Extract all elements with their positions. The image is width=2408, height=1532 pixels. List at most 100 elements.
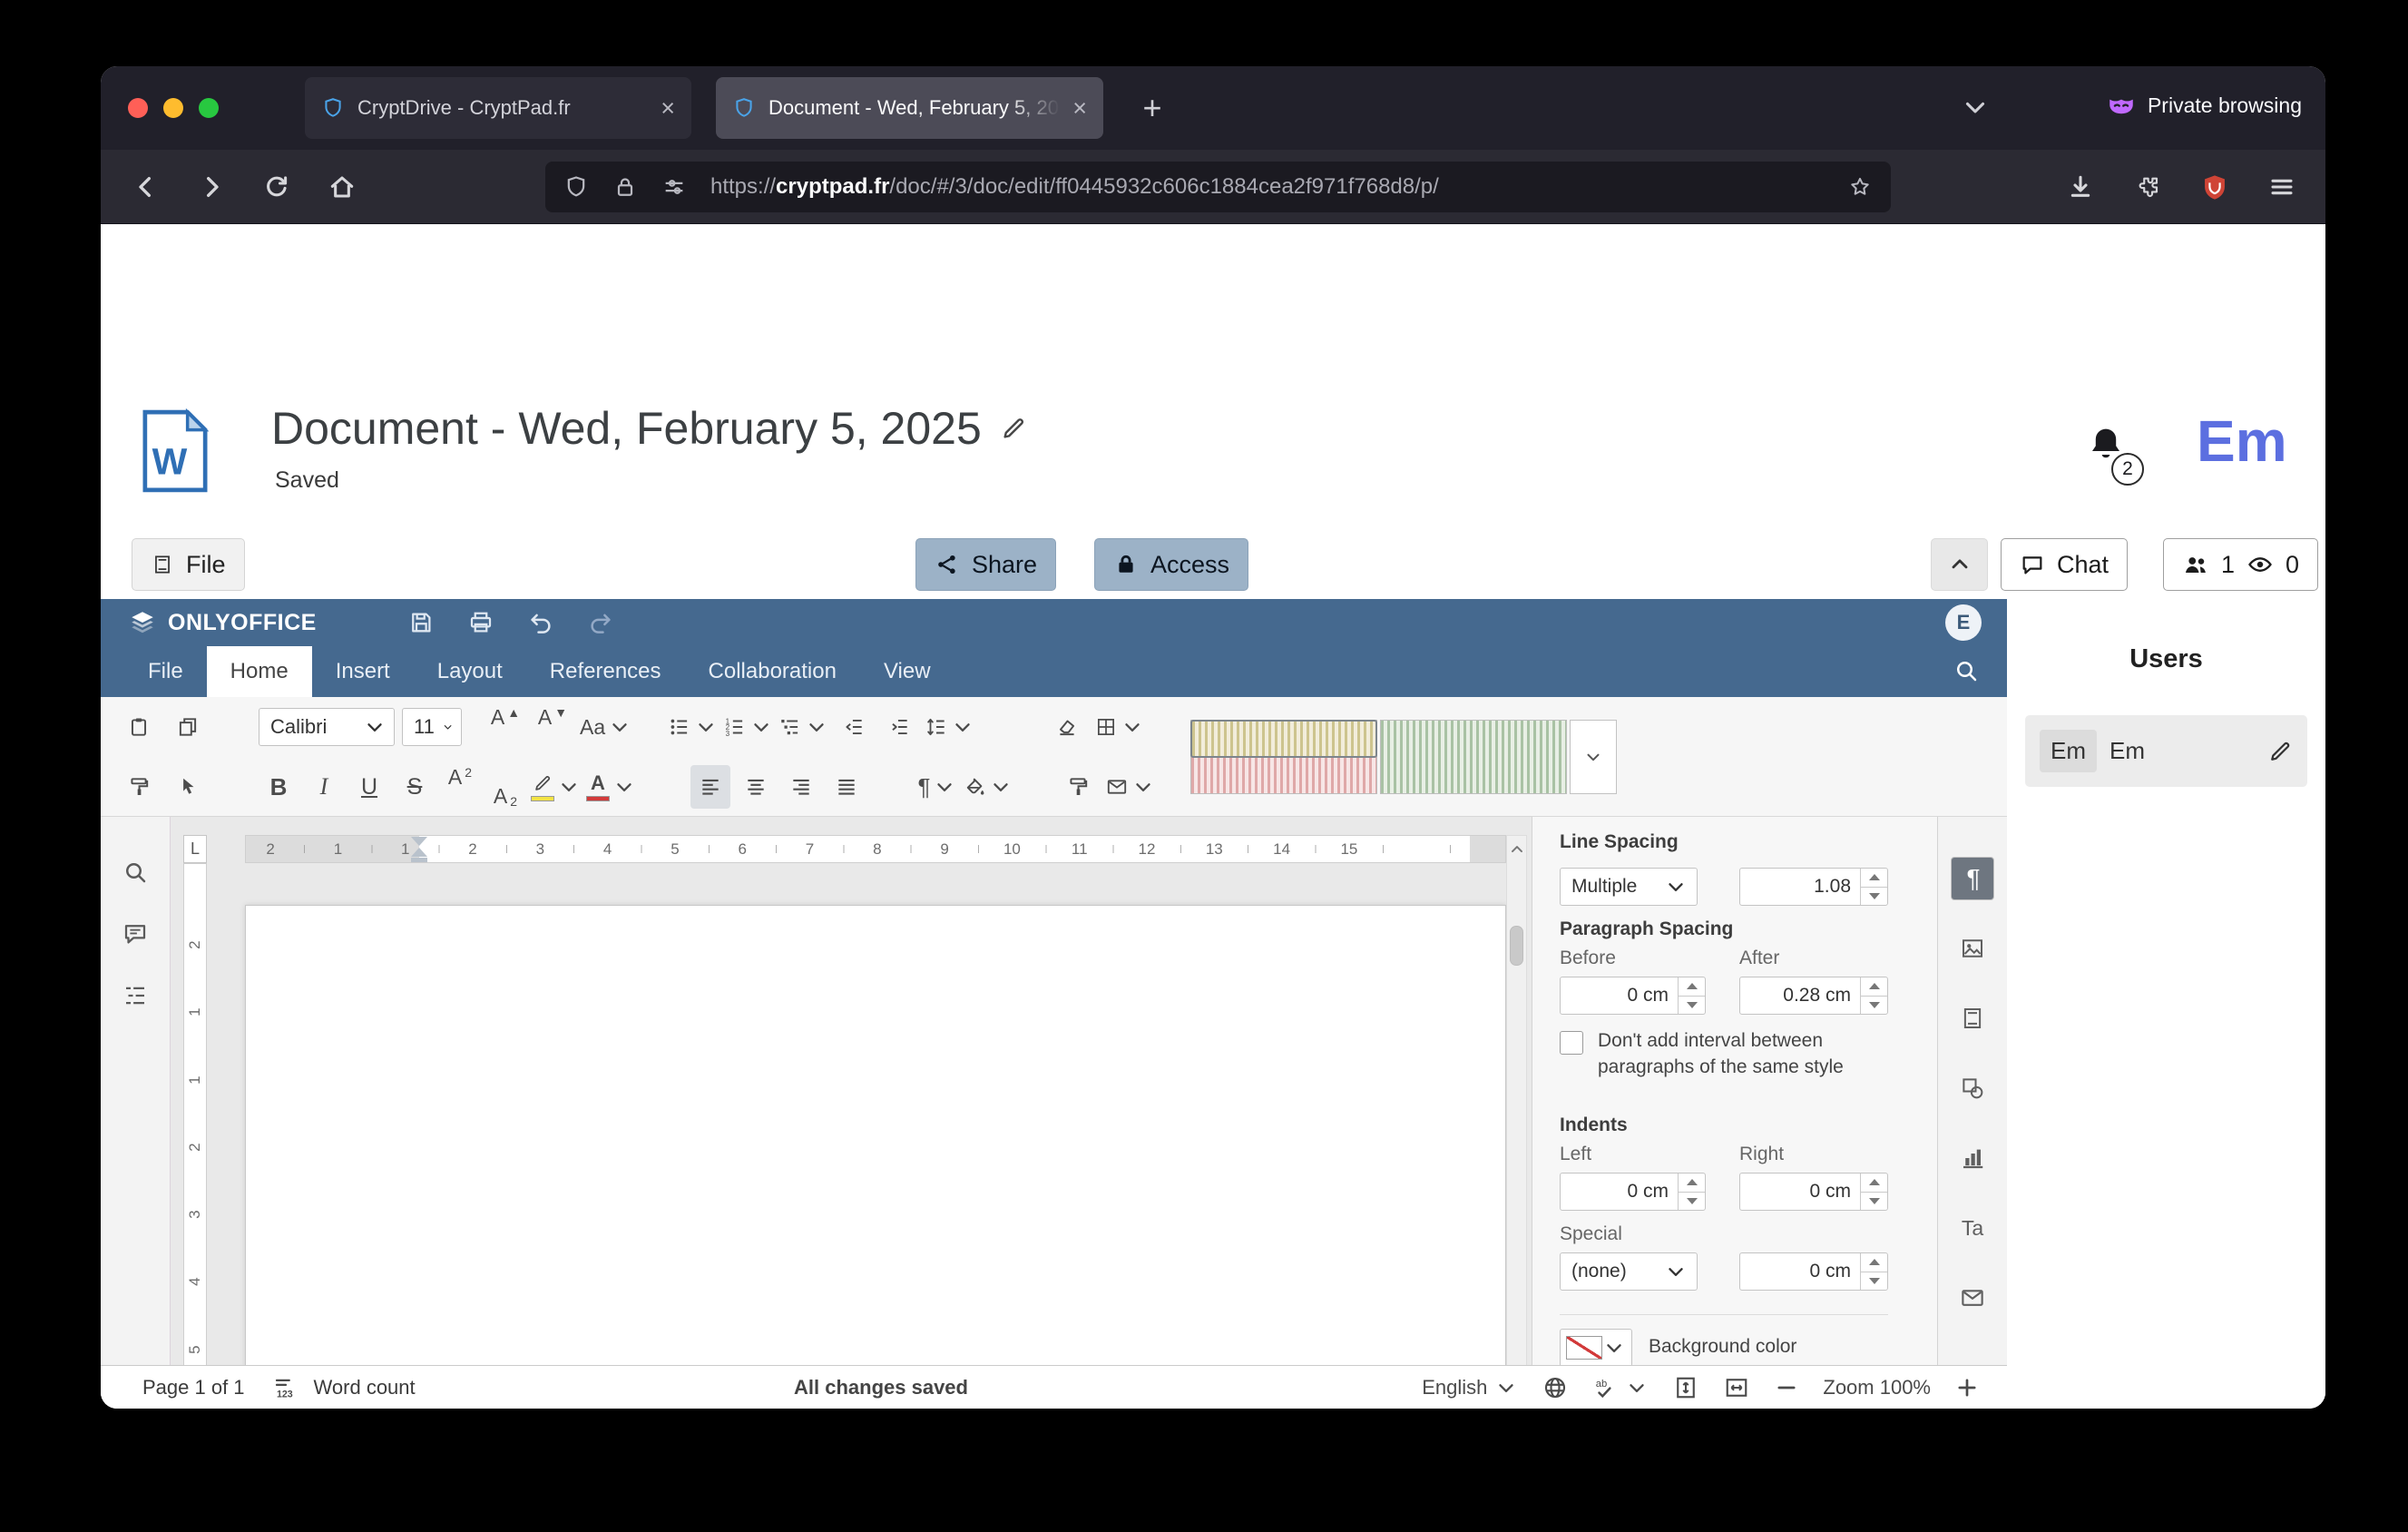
menu-hamburger-icon[interactable] xyxy=(2258,163,2305,211)
word-count-label[interactable]: Word count xyxy=(314,1376,416,1399)
document-page[interactable] xyxy=(245,905,1506,1409)
forward-button[interactable] xyxy=(188,163,235,211)
italic-icon[interactable]: I xyxy=(304,765,344,809)
reload-button[interactable] xyxy=(253,163,300,211)
align-justify-icon[interactable] xyxy=(827,765,866,809)
shape-settings-tab-icon[interactable] xyxy=(1951,1066,1994,1110)
header-footer-settings-tab-icon[interactable] xyxy=(1951,997,1994,1040)
editor-search-icon[interactable] xyxy=(1953,657,1980,684)
select-all-icon[interactable] xyxy=(168,765,208,809)
copy-icon[interactable] xyxy=(168,705,208,749)
zoom-in-icon[interactable] xyxy=(1954,1375,1980,1400)
menu-home[interactable]: Home xyxy=(207,646,312,697)
document-language-globe-icon[interactable] xyxy=(1542,1374,1569,1401)
window-close-button[interactable] xyxy=(128,98,148,118)
subscript-icon[interactable]: A2 xyxy=(485,765,525,809)
menu-references[interactable]: References xyxy=(526,646,685,697)
edit-name-pencil-icon[interactable] xyxy=(2267,739,2293,764)
change-case-icon[interactable]: Aa xyxy=(580,705,631,749)
fit-width-icon[interactable] xyxy=(1723,1374,1750,1401)
downloads-button[interactable] xyxy=(2057,163,2104,211)
print-icon[interactable] xyxy=(467,609,494,636)
clear-style-icon[interactable] xyxy=(1047,705,1087,749)
insert-symbol-icon[interactable] xyxy=(1058,765,1098,809)
spinner[interactable] xyxy=(1678,977,1705,1014)
paragraph-settings-tab-icon[interactable]: ¶ xyxy=(1951,857,1994,900)
spellcheck-icon[interactable] xyxy=(1592,1374,1649,1401)
decrease-indent-icon[interactable] xyxy=(834,705,874,749)
tracking-protection-shield-icon[interactable] xyxy=(563,174,589,200)
tab-stop-selector[interactable]: L xyxy=(183,835,207,863)
url-bar[interactable]: https://cryptpad.fr/doc/#/3/doc/edit/ff0… xyxy=(545,162,1891,212)
line-spacing-icon[interactable] xyxy=(925,705,974,749)
save-icon[interactable] xyxy=(407,609,435,636)
style-preview-selected[interactable] xyxy=(1190,720,1377,758)
extensions-puzzle-icon[interactable] xyxy=(2124,163,2171,211)
tab-cryptdrive[interactable]: CryptDrive - CryptPad.fr × xyxy=(305,77,691,139)
multilevel-list-icon[interactable] xyxy=(778,705,828,749)
bullets-icon[interactable] xyxy=(668,705,718,749)
paragraph-borders-icon[interactable] xyxy=(1094,705,1144,749)
file-menu-button[interactable]: File xyxy=(132,538,245,591)
font-name-select[interactable]: Calibri xyxy=(259,708,395,746)
vertical-ruler[interactable]: 2 1 1 2 3 4 5 6 xyxy=(183,863,207,1409)
spinner[interactable] xyxy=(1860,869,1887,905)
comments-icon[interactable] xyxy=(122,920,149,948)
copy-style-icon[interactable] xyxy=(119,765,159,809)
spinner[interactable] xyxy=(1678,1174,1705,1210)
vertical-scrollbar[interactable] xyxy=(1506,835,1527,1409)
shading-icon[interactable] xyxy=(963,765,1013,809)
permissions-icon[interactable] xyxy=(661,174,687,200)
language-select[interactable]: English xyxy=(1422,1376,1518,1399)
mail-merge-tab-icon[interactable] xyxy=(1951,1276,1994,1320)
find-icon[interactable] xyxy=(122,859,149,886)
menu-layout[interactable]: Layout xyxy=(414,646,526,697)
connection-lock-icon[interactable] xyxy=(612,174,638,200)
spinner[interactable] xyxy=(1860,1253,1887,1290)
fit-page-icon[interactable] xyxy=(1672,1374,1699,1401)
vertical-scrollbar-thumb[interactable] xyxy=(1510,926,1523,966)
horizontal-ruler[interactable]: 2 1 1 2 3 4 5 6 7 8 9 10 xyxy=(245,835,1506,863)
special-select[interactable]: (none) xyxy=(1560,1252,1698,1291)
text-art-settings-tab-icon[interactable]: Ta xyxy=(1951,1206,1994,1250)
spinner[interactable] xyxy=(1860,1174,1887,1210)
tab-document[interactable]: Document - Wed, February 5, 2025 × xyxy=(716,77,1103,139)
style-preview[interactable] xyxy=(1380,720,1567,794)
share-button[interactable]: Share xyxy=(915,538,1056,591)
underline-icon[interactable]: U xyxy=(349,765,389,809)
bold-icon[interactable]: B xyxy=(259,765,299,809)
font-size-select[interactable]: 11 xyxy=(402,708,462,746)
window-minimize-button[interactable] xyxy=(163,98,183,118)
menu-file[interactable]: File xyxy=(124,646,207,697)
zoom-out-icon[interactable] xyxy=(1774,1375,1799,1400)
mail-merge-icon[interactable] xyxy=(1105,765,1155,809)
userlist-toggle-button[interactable]: 1 0 xyxy=(2163,538,2318,591)
menu-collaboration[interactable]: Collaboration xyxy=(685,646,860,697)
paste-icon[interactable] xyxy=(119,705,159,749)
bookmark-star-icon[interactable] xyxy=(1847,174,1873,200)
collapse-toolbar-button[interactable] xyxy=(1931,538,1988,591)
image-settings-tab-icon[interactable] xyxy=(1951,927,1994,970)
access-button[interactable]: Access xyxy=(1094,538,1248,591)
navigation-headings-icon[interactable] xyxy=(122,982,149,1009)
increase-font-size-icon[interactable]: A▲ xyxy=(485,705,525,749)
ublock-origin-icon[interactable] xyxy=(2191,163,2238,211)
background-color-picker[interactable] xyxy=(1560,1329,1632,1367)
superscript-icon[interactable]: A2 xyxy=(440,765,480,809)
chart-settings-tab-icon[interactable] xyxy=(1951,1136,1994,1180)
scroll-up-icon[interactable] xyxy=(1507,838,1526,861)
decrease-font-size-icon[interactable]: A▼ xyxy=(533,705,573,749)
account-avatar[interactable]: Em xyxy=(2197,408,2287,475)
menu-insert[interactable]: Insert xyxy=(312,646,414,697)
indent-marker[interactable] xyxy=(407,836,431,863)
back-button[interactable] xyxy=(122,163,170,211)
undo-icon[interactable] xyxy=(527,609,554,636)
editor-user-badge[interactable]: E xyxy=(1945,604,1982,641)
align-center-icon[interactable] xyxy=(736,765,776,809)
redo-icon[interactable] xyxy=(587,609,614,636)
align-right-icon[interactable] xyxy=(781,765,821,809)
font-color-icon[interactable]: A xyxy=(586,765,636,809)
highlight-color-icon[interactable] xyxy=(531,765,581,809)
increase-indent-icon[interactable] xyxy=(879,705,919,749)
align-left-icon[interactable] xyxy=(690,765,730,809)
